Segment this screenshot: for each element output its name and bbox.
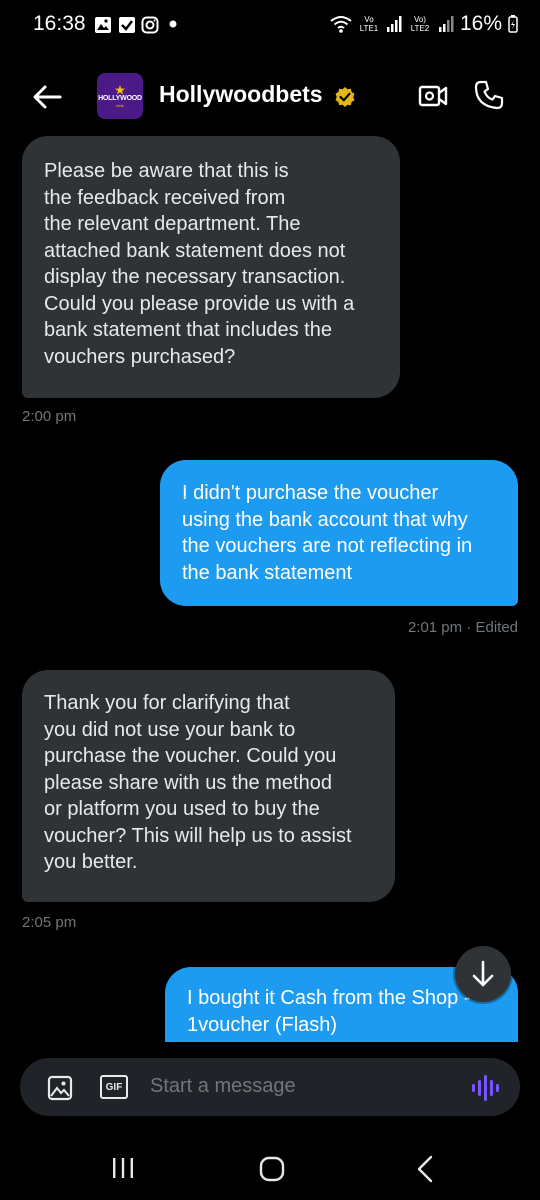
wifi-icon [330, 16, 352, 33]
status-right-group: Vo LTE1 Vo) LTE2 16% [330, 12, 518, 36]
check-notification-icon [119, 17, 135, 33]
scroll-to-bottom-button[interactable] [455, 946, 511, 1002]
phone-call-icon[interactable] [474, 80, 504, 110]
message-bubble-incoming[interactable]: Thank you for clarifying that you did no… [22, 670, 395, 902]
gallery-notification-icon [95, 17, 111, 33]
recent-apps-icon[interactable] [110, 1156, 136, 1180]
voice-message-icon[interactable] [470, 1073, 500, 1103]
contact-avatar[interactable]: HOLLYWOOD bets [97, 73, 143, 119]
message-composer: GIF Start a message [20, 1058, 520, 1116]
battery-percent: 16% [459, 12, 502, 35]
avatar-logo-subtext: bets [116, 102, 124, 108]
home-icon[interactable] [258, 1155, 286, 1183]
message-bubble-incoming[interactable]: Please be aware that this is the feedbac… [22, 136, 400, 398]
verified-badge-icon [335, 87, 355, 107]
message-text: Please be aware that this is the feedbac… [44, 160, 355, 368]
signal-1-icon [386, 16, 402, 32]
gif-label: GIF [105, 1081, 123, 1093]
status-time: 16:38 [33, 12, 86, 35]
star-logo-icon [115, 84, 125, 94]
signal-2-icon [438, 16, 454, 32]
battery-charging-icon [508, 15, 518, 33]
avatar-logo-text: HOLLYWOOD [98, 94, 142, 102]
system-navigation-bar [0, 1140, 540, 1200]
message-timestamp-edited: 2:01 pm · Edited [407, 619, 518, 636]
message-timestamp: 2:05 pm [22, 914, 77, 931]
network-2-label: Vo) LTE2 [410, 15, 430, 33]
network-1-label: Vo LTE1 [359, 15, 379, 33]
system-back-icon[interactable] [414, 1154, 436, 1184]
message-bubble-outgoing[interactable]: I didn't purchase the voucher using the … [160, 460, 518, 606]
instagram-notification-icon [141, 16, 159, 34]
conversation-header: HOLLYWOOD bets Hollywoodbets [0, 60, 540, 134]
message-text: I bought it Cash from the Shop - 1vouche… [187, 987, 471, 1036]
contact-name[interactable]: Hollywoodbets [159, 81, 323, 108]
more-notifications-dot-icon [169, 20, 177, 28]
message-list[interactable]: Please be aware that this is the feedbac… [0, 134, 540, 1042]
message-text: I didn't purchase the voucher using the … [182, 482, 473, 584]
message-timestamp: 2:00 pm [22, 408, 77, 425]
gif-button[interactable]: GIF [100, 1075, 128, 1099]
video-call-icon[interactable] [418, 82, 448, 110]
message-input[interactable]: Start a message [150, 1075, 296, 1098]
arrow-down-icon [472, 960, 494, 987]
message-text: Thank you for clarifying that you did no… [44, 692, 352, 873]
back-arrow-icon[interactable] [30, 80, 64, 114]
add-image-icon[interactable] [47, 1075, 73, 1101]
status-bar: 16:38 Vo LTE1 Vo) LTE2 16% [0, 0, 540, 50]
